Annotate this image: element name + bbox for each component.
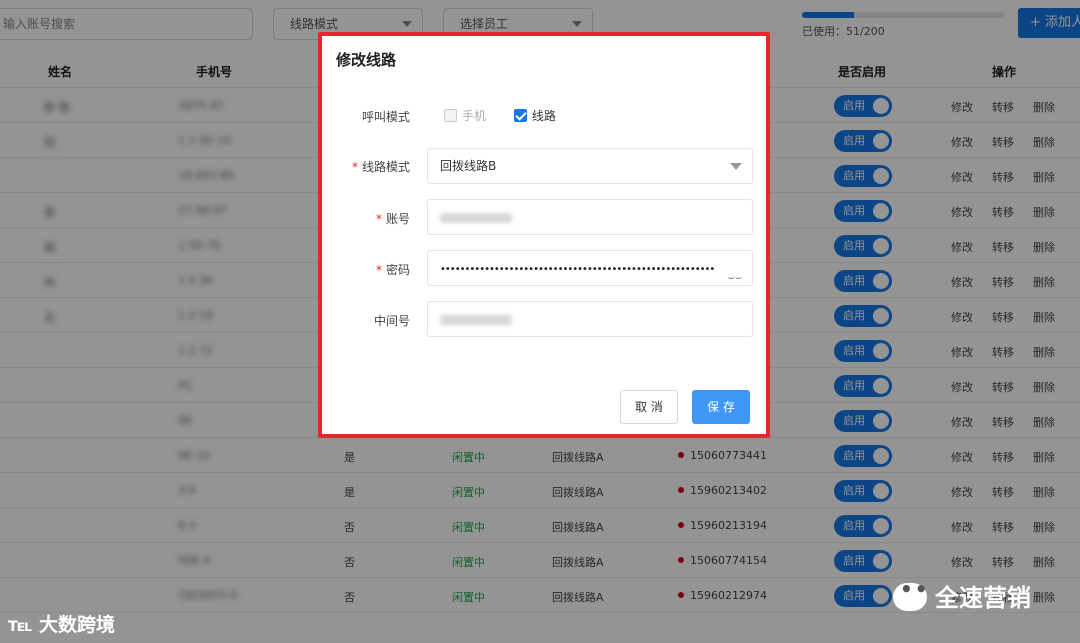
option-line[interactable]: 线路 (513, 109, 556, 123)
option-line-label: 线路 (531, 109, 556, 123)
watermark-logo-icon: ℡ (8, 614, 39, 636)
option-phone[interactable]: 手机 (444, 109, 510, 123)
edit-line-modal: 修改线路 呼叫模式 手机 线路 * 线路模式 回拨线路B * 账号 * 密码 ••••… (318, 32, 770, 438)
account-label-text: 账号 (385, 212, 410, 226)
checkbox-line[interactable] (513, 109, 527, 122)
watermark-left-text: 大数跨境 (38, 614, 115, 636)
password-value: ••••••••••••••••••••••••••••••••••••••••… (440, 264, 715, 275)
line-mode-select[interactable]: 回拨线路B (427, 148, 753, 184)
save-button[interactable]: 保 存 (692, 390, 750, 424)
line-mode-label: * 线路模式 (351, 160, 410, 174)
middle-number-label: 中间号 (373, 314, 410, 328)
middle-number-redacted (440, 314, 512, 325)
middle-number-input[interactable] (427, 301, 753, 337)
wechat-icon (893, 577, 930, 611)
cancel-button[interactable]: 取 消 (620, 390, 678, 424)
watermark-right-text: 全速营销 (935, 584, 1031, 612)
line-mode-label-text: 线路模式 (361, 160, 410, 174)
checkbox-phone[interactable] (444, 109, 457, 122)
option-phone-label: 手机 (462, 109, 487, 123)
account-input[interactable] (427, 199, 753, 235)
watermark-left: ℡ 大数跨境 (8, 610, 115, 637)
password-label: * 密码 (375, 263, 410, 277)
modal-title: 修改线路 (336, 51, 397, 69)
chevron-down-icon (730, 163, 742, 170)
call-mode-label: 呼叫模式 (361, 110, 410, 124)
line-mode-value: 回拨线路B (440, 159, 497, 173)
call-mode-options: 手机 线路 (444, 107, 556, 124)
password-label-text: 密码 (385, 263, 410, 277)
account-redacted (440, 212, 512, 223)
eye-closed-icon[interactable]: ⌣⌣ (728, 261, 742, 295)
watermark-right: 全速营销 (893, 577, 1031, 613)
password-input[interactable]: ••••••••••••••••••••••••••••••••••••••••… (427, 250, 753, 286)
account-label: * 账号 (375, 212, 410, 226)
